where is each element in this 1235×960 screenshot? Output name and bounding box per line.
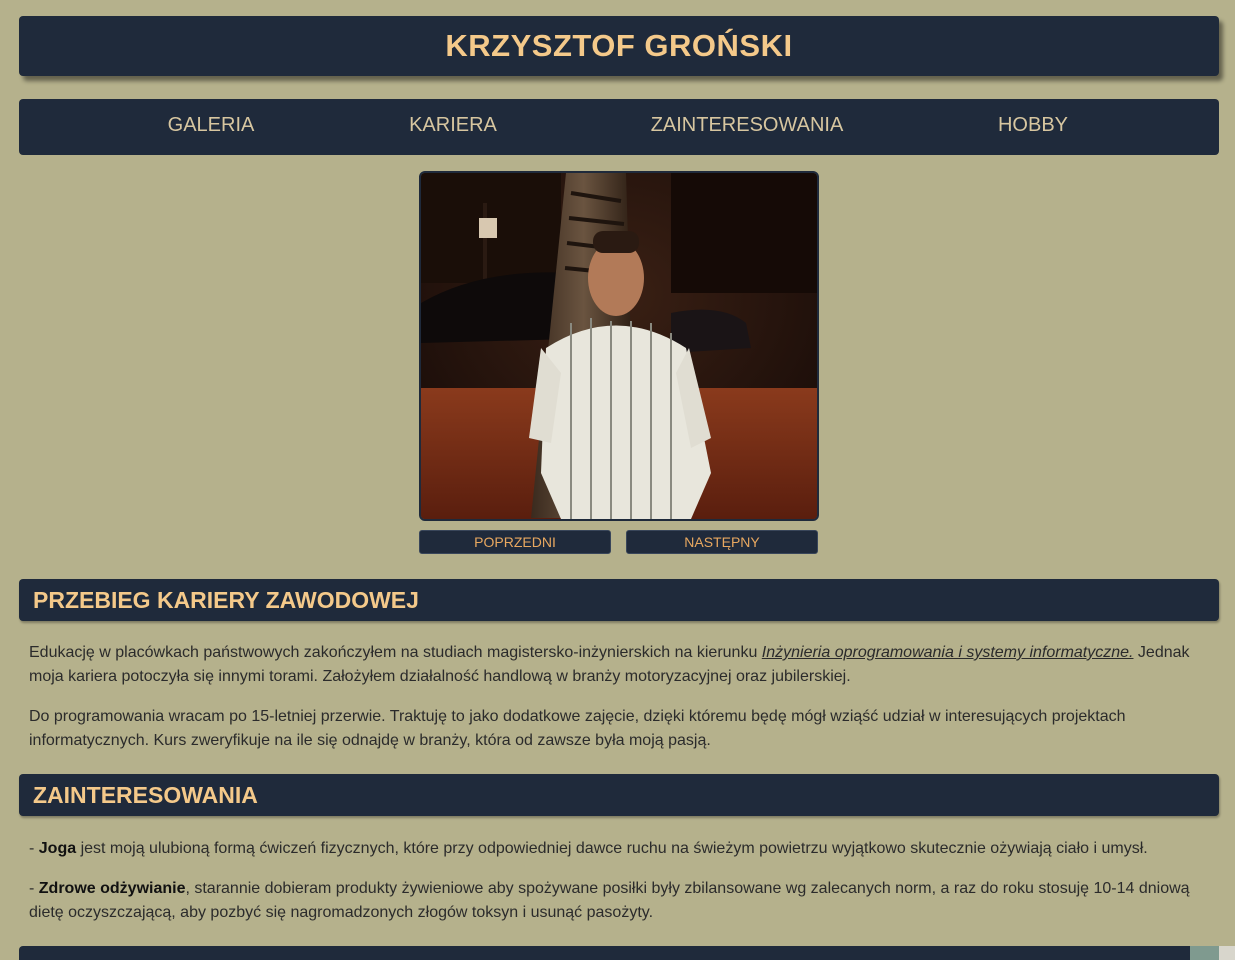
- main-nav: GALERIA KARIERA ZAINTERESOWANIA HOBBY: [19, 99, 1219, 155]
- scrollbar-thumb[interactable]: [1190, 946, 1219, 960]
- scrollbar-track[interactable]: [1219, 946, 1235, 960]
- list-dash: -: [29, 880, 39, 897]
- interests-section-header: ZAINTERESOWANIA: [19, 774, 1219, 816]
- next-section-header: [19, 946, 1219, 960]
- interests-heading: ZAINTERESOWANIA: [33, 782, 258, 808]
- nav-kariera[interactable]: KARIERA: [409, 99, 497, 155]
- career-section-header: PRZEBIEG KARIERY ZAWODOWEJ: [19, 579, 1219, 621]
- nav-galeria[interactable]: GALERIA: [168, 99, 255, 155]
- interest-item-diet: - Zdrowe odżywianie, starannie dobieram …: [29, 877, 1209, 925]
- career-heading: PRZEBIEG KARIERY ZAWODOWEJ: [33, 587, 419, 613]
- study-field-link[interactable]: Inżynieria oprogramowania i systemy info…: [762, 644, 1134, 661]
- interest-text: , starannie dobieram produkty żywieniowe…: [29, 880, 1190, 921]
- previous-button[interactable]: POPRZEDNI: [419, 530, 611, 554]
- nav-hobby[interactable]: HOBBY: [998, 99, 1068, 155]
- career-text: Edukację w placówkach państwowych zakońc…: [29, 644, 762, 661]
- page-title: KRZYSZTOF GROŃSKI: [445, 28, 793, 63]
- list-dash: -: [29, 840, 39, 857]
- site-header: KRZYSZTOF GROŃSKI: [19, 16, 1219, 76]
- portrait-photo: [421, 173, 817, 519]
- career-paragraph-2: Do programowania wracam po 15-letniej pr…: [29, 708, 1126, 749]
- nav-zainteresowania[interactable]: ZAINTERESOWANIA: [651, 99, 844, 155]
- next-button[interactable]: NASTĘPNY: [626, 530, 818, 554]
- interest-item-yoga: - Joga jest moją ulubioną formą ćwiczeń …: [29, 837, 1209, 861]
- interest-title: Joga: [38, 840, 77, 857]
- gallery-photo: [419, 171, 819, 521]
- career-paragraph-1: Edukację w placówkach państwowych zakońc…: [29, 641, 1209, 689]
- interest-text: jest moją ulubioną formą ćwiczeń fizyczn…: [76, 840, 1148, 857]
- interest-title: Zdrowe odżywianie: [38, 880, 186, 897]
